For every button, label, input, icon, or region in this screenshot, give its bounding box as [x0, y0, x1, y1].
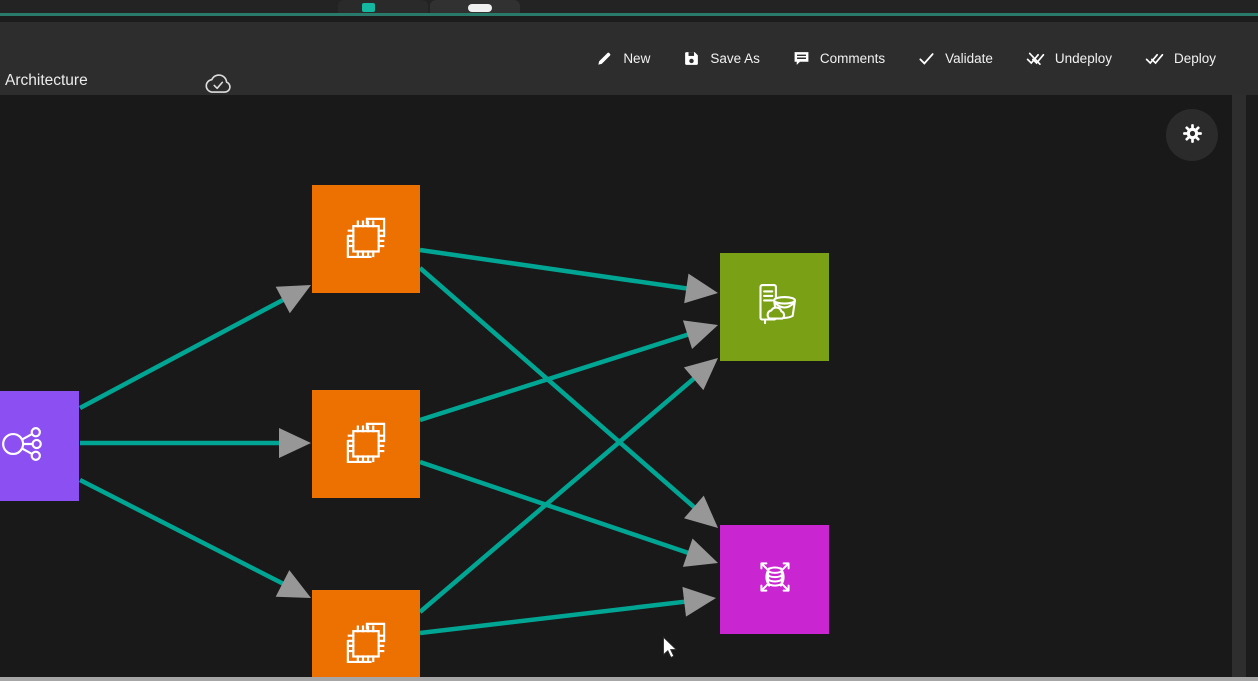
- canvas-right-margin: [1246, 95, 1258, 681]
- compute-chip-icon: [337, 413, 395, 476]
- diagram-node-database[interactable]: [720, 525, 829, 634]
- diagram-node-compute-3[interactable]: [312, 590, 420, 681]
- arrowhead-compute-2-to-database: [683, 539, 718, 567]
- compute-chip-icon: [337, 208, 395, 271]
- gear-icon: [1181, 122, 1204, 148]
- diagram-canvas[interactable]: [0, 95, 1232, 681]
- diagram-node-compute-1[interactable]: [312, 185, 420, 293]
- pencil-icon: [596, 50, 613, 67]
- toolbar: New Save As: [0, 22, 1258, 95]
- deploy-button[interactable]: Deploy: [1143, 46, 1218, 71]
- validate-button[interactable]: Validate: [916, 46, 995, 71]
- undeploy-button-label: Undeploy: [1055, 51, 1112, 66]
- load-balancer-icon: [0, 415, 53, 478]
- arrowhead-load-balancer-to-compute-2: [279, 428, 311, 458]
- scaling-database-icon: [746, 548, 804, 611]
- new-button[interactable]: New: [594, 46, 652, 71]
- diagram-node-storage[interactable]: [720, 253, 829, 361]
- arrowhead-compute-2-to-storage: [683, 320, 718, 349]
- edge-compute-1-to-storage: [420, 250, 692, 289]
- storage-bucket-icon: [746, 276, 804, 339]
- arrowhead-compute-3-to-database: [682, 587, 716, 617]
- undeploy-button[interactable]: Undeploy: [1024, 46, 1114, 71]
- canvas-settings-button[interactable]: [1166, 109, 1218, 161]
- toolbar-actions: New Save As: [594, 22, 1218, 95]
- browser-tab[interactable]: [430, 0, 520, 13]
- edge-compute-2-to-storage: [420, 333, 693, 420]
- edge-compute-2-to-database: [420, 462, 693, 555]
- comments-button[interactable]: Comments: [791, 46, 887, 71]
- undeploy-double-check-slash-icon: [1026, 50, 1045, 67]
- diagram-edges: [0, 95, 1232, 681]
- horizontal-scrollbar[interactable]: [0, 677, 1258, 681]
- app-window: New Save As: [0, 0, 1258, 681]
- save-as-button[interactable]: Save As: [681, 46, 762, 71]
- save-icon: [683, 50, 700, 67]
- comments-button-label: Comments: [820, 51, 885, 66]
- validate-button-label: Validate: [945, 51, 993, 66]
- comments-icon: [793, 50, 810, 67]
- deploy-button-label: Deploy: [1174, 51, 1216, 66]
- edge-compute-3-to-database: [420, 601, 690, 633]
- tab-label-fragment: [468, 4, 492, 12]
- check-icon: [918, 50, 935, 67]
- edge-compute-3-to-storage: [420, 375, 698, 612]
- save-as-button-label: Save As: [710, 51, 760, 66]
- edge-load-balancer-to-compute-1: [80, 297, 288, 408]
- diagram-node-compute-2[interactable]: [312, 390, 420, 498]
- new-button-label: New: [623, 51, 650, 66]
- edge-load-balancer-to-compute-3: [80, 480, 288, 586]
- app-logo-icon: [362, 3, 375, 12]
- vertical-scrollbar[interactable]: [1232, 95, 1246, 681]
- browser-tab[interactable]: [338, 0, 428, 13]
- browser-titlebar: [0, 0, 1258, 13]
- arrowhead-compute-1-to-storage: [684, 274, 718, 304]
- diagram-node-load-balancer[interactable]: [0, 391, 79, 501]
- compute-chip-icon: [337, 613, 395, 676]
- deploy-double-check-icon: [1145, 50, 1164, 67]
